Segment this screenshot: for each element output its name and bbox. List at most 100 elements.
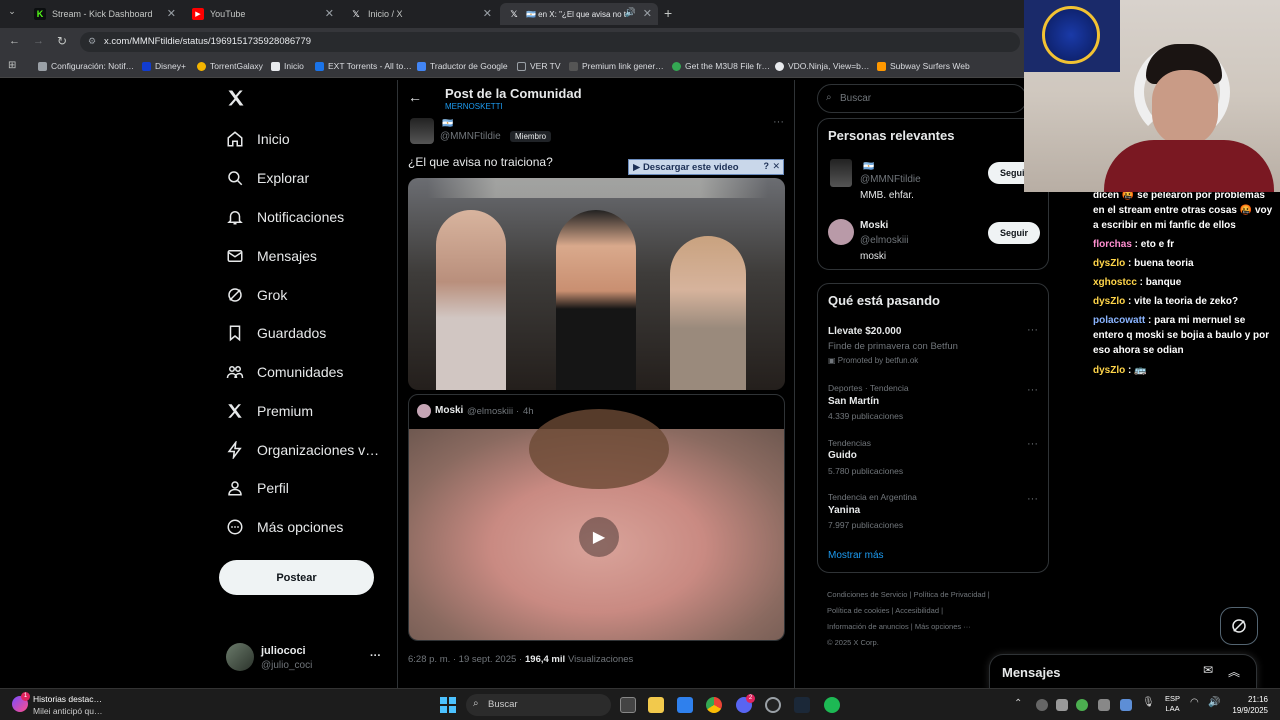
collapse-icon[interactable]: ︽	[1228, 663, 1240, 680]
footer-link[interactable]: Política de Privacidad	[914, 590, 986, 599]
chat-username[interactable]: florchas	[1093, 239, 1132, 250]
footer-link[interactable]: Accesibilidad	[895, 606, 939, 615]
nav-mensajes[interactable]: Mensajes	[226, 241, 317, 271]
grok-floating-button[interactable]	[1220, 607, 1258, 645]
nav-premium[interactable]: Premium	[226, 396, 313, 426]
tab-inicio-x[interactable]: 𝕏 Inicio / X ✕	[342, 3, 498, 25]
community-name[interactable]: MERNOSKETTI	[445, 102, 503, 111]
nav-grok[interactable]: Grok	[226, 280, 287, 310]
post-image[interactable]	[408, 178, 785, 390]
tab-current-post[interactable]: 𝕏 🇦🇷 en X: "¿El que avisa no tr… 🔊 ✕	[500, 3, 658, 25]
bookmark-item[interactable]: Inicio	[271, 61, 304, 71]
bookmark-item[interactable]: Traductor de Google	[417, 61, 508, 71]
tray-app-icon[interactable]	[1098, 699, 1110, 711]
chat-username[interactable]: xghostcc	[1093, 277, 1137, 288]
bookmark-item[interactable]: Premium link gener…	[569, 61, 664, 71]
nav-mas-opciones[interactable]: Más opciones	[226, 512, 343, 542]
person-name[interactable]: Moski	[860, 220, 888, 231]
trend-name[interactable]: Llevate $20.000	[828, 326, 901, 337]
bookmark-item[interactable]: TorrentGalaxy	[197, 61, 263, 71]
steam-icon[interactable]	[794, 697, 810, 713]
quoted-post[interactable]: Moski @elmoskiii · 4h ▶	[408, 394, 785, 641]
tray-app-icon[interactable]	[1076, 699, 1088, 711]
nav-comunidades[interactable]: Comunidades	[226, 357, 343, 387]
clock[interactable]: 21:16 19/9/2025	[1228, 694, 1268, 716]
bookmark-item[interactable]: VDO.Ninja, View=b…	[775, 61, 869, 71]
site-info-icon[interactable]: ⚙	[88, 36, 96, 47]
trend-more-icon[interactable]: ···	[1027, 384, 1038, 396]
close-icon[interactable]: ✕	[325, 7, 334, 20]
bookmark-item[interactable]: Disney+	[142, 61, 186, 71]
trend-name[interactable]: Yanina	[828, 505, 860, 516]
author-name[interactable]: 🇦🇷	[442, 118, 453, 129]
bookmark-item[interactable]: EXT Torrents - All to…	[315, 61, 412, 71]
task-view-icon[interactable]	[620, 697, 636, 713]
help-icon[interactable]: ?	[764, 161, 770, 171]
tab-kick-dashboard[interactable]: K Stream - Kick Dashboard ✕	[26, 3, 182, 25]
bookmark-item[interactable]: Configuración: Notif…	[38, 61, 134, 71]
trend-more-icon[interactable]: ···	[1027, 324, 1038, 336]
chat-username[interactable]: polacowatt	[1093, 315, 1145, 326]
news-title[interactable]: Historias destac…	[33, 694, 102, 704]
back-arrow-icon[interactable]: ←	[408, 89, 422, 105]
follow-button[interactable]: Seguir	[988, 222, 1040, 244]
post-more-icon[interactable]: ···	[773, 116, 784, 128]
photos-icon[interactable]	[677, 697, 693, 713]
footer-link[interactable]: Información de anuncios	[827, 622, 909, 631]
tray-chevron-icon[interactable]: ⌃	[1014, 698, 1022, 709]
forward-icon[interactable]: →	[33, 35, 44, 47]
close-icon[interactable]: ✕	[483, 7, 492, 20]
play-icon[interactable]: ▶	[579, 517, 619, 557]
spotify-icon[interactable]	[824, 697, 840, 713]
close-icon[interactable]: ✕	[167, 7, 176, 20]
x-home-logo[interactable]	[226, 88, 246, 113]
tab-youtube[interactable]: ▶ YouTube ✕	[184, 3, 340, 25]
footer-link[interactable]: Política de cookies	[827, 606, 890, 615]
chat-username[interactable]: dysZlo	[1093, 296, 1125, 307]
trend-more-icon[interactable]: ···	[1027, 438, 1038, 450]
tray-app-icon[interactable]	[1036, 699, 1048, 711]
bookmark-item[interactable]: Subway Surfers Web	[877, 61, 970, 71]
avatar[interactable]	[828, 219, 854, 245]
chat-username[interactable]: dysZlo	[1093, 258, 1125, 269]
back-icon[interactable]: ←	[9, 35, 20, 47]
author-avatar[interactable]	[410, 118, 434, 144]
microphone-icon[interactable]: 🎙	[1142, 697, 1155, 708]
nav-organizaciones[interactable]: Organizaciones v…	[226, 435, 379, 465]
nav-notificaciones[interactable]: Notificaciones	[226, 202, 344, 232]
url-input[interactable]: ⚙ x.com/MMNFtildie/status/19691517359280…	[80, 32, 1020, 52]
reload-icon[interactable]: ↻	[57, 34, 67, 48]
nav-guardados[interactable]: Guardados	[226, 318, 326, 348]
tray-app-icon[interactable]	[1120, 699, 1132, 711]
file-explorer-icon[interactable]	[648, 697, 664, 713]
show-more-link[interactable]: Mostrar más	[828, 550, 884, 561]
nav-inicio[interactable]: Inicio	[226, 124, 290, 154]
windows-start-icon[interactable]	[440, 697, 456, 713]
chrome-icon[interactable]	[706, 697, 722, 713]
account-more-icon[interactable]: ···	[370, 650, 381, 662]
new-message-icon[interactable]: ✉	[1203, 663, 1213, 677]
author-handle[interactable]: @MMNFtildie	[440, 131, 501, 142]
footer-link[interactable]: Más opciones ···	[915, 622, 971, 631]
new-tab-icon[interactable]: +	[664, 5, 672, 21]
volume-icon[interactable]: 🔊	[1208, 697, 1220, 708]
obs-icon[interactable]	[765, 697, 781, 713]
tray-app-icon[interactable]	[1056, 699, 1068, 711]
close-icon[interactable]: ✕	[772, 161, 780, 172]
download-video-button[interactable]: ▶ Descargar este video ? ✕	[628, 159, 784, 175]
nav-perfil[interactable]: Perfil	[226, 473, 289, 503]
search-input[interactable]: ⌕ Buscar	[817, 84, 1027, 113]
speaker-icon[interactable]: 🔊	[625, 7, 636, 18]
chat-username[interactable]: dysZlo	[1093, 365, 1125, 376]
close-icon[interactable]: ✕	[643, 7, 652, 20]
tab-list-icon[interactable]: ⌄	[4, 6, 20, 22]
trend-more-icon[interactable]: ···	[1027, 493, 1038, 505]
post-button[interactable]: Postear	[219, 560, 374, 595]
avatar[interactable]	[830, 159, 852, 187]
trend-name[interactable]: San Martín	[828, 396, 879, 407]
footer-link[interactable]: Condiciones de Servicio	[827, 590, 907, 599]
wifi-icon[interactable]: ◠	[1190, 697, 1199, 708]
bookmark-item[interactable]: VER TV	[517, 61, 561, 71]
bookmark-item[interactable]: Get the M3U8 File fr…	[672, 61, 770, 71]
quote-video[interactable]: ▶	[409, 409, 784, 640]
